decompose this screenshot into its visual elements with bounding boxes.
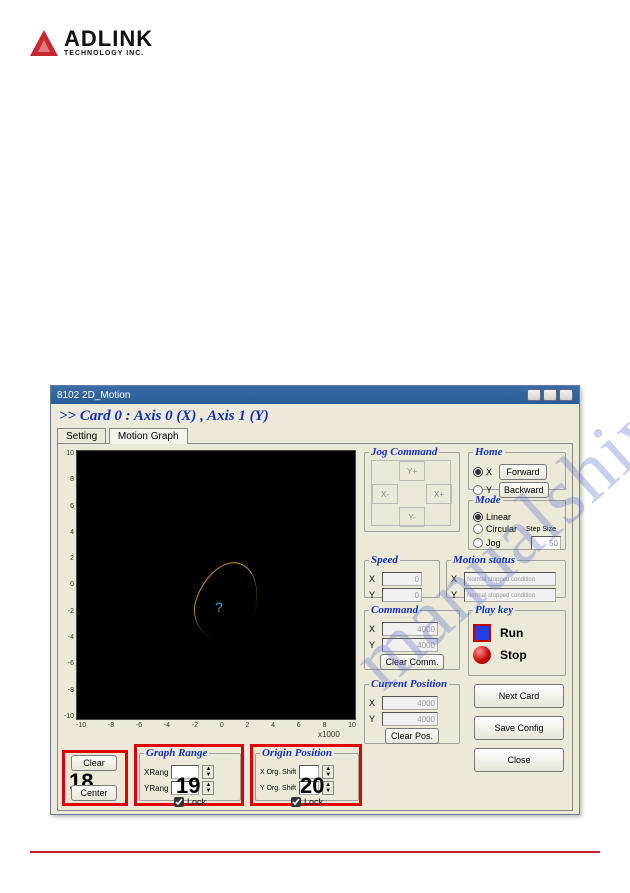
callout-18-box: Clear 18 Center (62, 750, 128, 806)
footer-divider (30, 851, 600, 853)
center-button[interactable]: Center (71, 785, 117, 801)
home-x-label: X (486, 467, 496, 477)
minimize-icon[interactable] (527, 389, 541, 401)
callout-19-box: Graph Range XRang ▲▼ 19 YRang ▲▼ Lock (134, 744, 244, 806)
curpos-y-label: Y (369, 714, 379, 724)
window-title: 8102 2D_Motion (57, 390, 130, 401)
tab-panel: 1086420-2-4-6-8-10 ? -10-8-6-4-20246810 … (57, 443, 573, 811)
home-group: Home X Forward Y Backward (468, 446, 566, 490)
mode-circular-label: Circular (486, 524, 517, 534)
jog-x-minus[interactable]: X- (372, 484, 398, 504)
callout-20-box: Origin Position X Org. Shift ▲▼ 20 Y Org… (250, 744, 362, 806)
forward-button[interactable]: Forward (499, 464, 547, 480)
command-group: Command X4000 Y4000 Clear Comm. (364, 604, 460, 670)
logo-triangle-icon (30, 30, 58, 56)
cmd-x-value: 4000 (382, 622, 438, 636)
speed-y-label: Y (369, 590, 379, 600)
yorg-label: Y Org. Shift (260, 785, 296, 792)
tabstrip: Setting Motion Graph (51, 427, 579, 443)
speed-legend: Speed (369, 554, 400, 566)
jog-y-plus[interactable]: Y+ (399, 461, 425, 481)
run-icon[interactable] (473, 624, 491, 642)
home-x-radio[interactable] (473, 467, 483, 477)
graph-y-ticks: 1086420-2-4-6-8-10 (60, 450, 74, 720)
mode-legend: Mode (473, 494, 503, 506)
graph-marker: ? (215, 599, 223, 615)
clear-position-button[interactable]: Clear Pos. (385, 728, 439, 744)
graph-range-group: Graph Range XRang ▲▼ 19 YRang ▲▼ Lock (139, 747, 241, 801)
close-button[interactable]: Close (474, 748, 564, 772)
mstatus-x-label: X (451, 574, 461, 584)
curpos-legend: Current Position (369, 678, 449, 690)
command-legend: Command (369, 604, 420, 616)
tab-motion-graph[interactable]: Motion Graph (109, 428, 188, 444)
origin-position-group: Origin Position X Org. Shift ▲▼ 20 Y Org… (255, 747, 359, 801)
speed-x-value: 0 (382, 572, 422, 586)
motion-status-legend: Motion status (451, 554, 517, 566)
motion-path-curve (185, 553, 269, 649)
step-size-input[interactable]: 50 (531, 536, 561, 550)
save-config-button[interactable]: Save Config (474, 716, 564, 740)
clear-command-button[interactable]: Clear Comm. (380, 654, 443, 670)
curpos-x-label: X (369, 698, 379, 708)
mode-jog-radio[interactable] (473, 538, 483, 548)
cmd-y-label: Y (369, 640, 379, 650)
current-position-group: Current Position X4000 Y4000 Clear Pos. (364, 678, 460, 744)
maximize-icon[interactable] (543, 389, 557, 401)
callout-20-number: 20 (300, 773, 324, 799)
mode-group: Mode Linear Circular Step Size Jog 50 (468, 494, 566, 550)
mode-circular-radio[interactable] (473, 524, 483, 534)
titlebar: 8102 2D_Motion (51, 386, 579, 404)
playkey-group: Play key Run Stop (468, 604, 566, 676)
speed-x-label: X (369, 574, 379, 584)
jog-command-group: Jog Command Y+ Y- X- X+ (364, 446, 460, 532)
xorg-label: X Org. Shift (260, 769, 296, 776)
brand-name: ADLINK (64, 28, 153, 50)
jog-x-plus[interactable]: X+ (426, 484, 452, 504)
app-window: 8102 2D_Motion >> Card 0 : Axis 0 (X) , … (50, 385, 580, 815)
motion-graph-canvas: ? (76, 450, 356, 720)
close-icon[interactable] (559, 389, 573, 401)
stop-label: Stop (500, 648, 527, 662)
brand-subtitle: TECHNOLOGY INC. (64, 50, 153, 57)
mstatus-y-label: Y (451, 590, 461, 600)
mstatus-y-value: Normal stopped condition (464, 588, 556, 602)
step-size-label: Step Size (526, 526, 556, 533)
yrang-label: YRang (144, 784, 168, 793)
graph-range-legend: Graph Range (144, 747, 209, 759)
next-card-button[interactable]: Next Card (474, 684, 564, 708)
yrang-spin[interactable]: ▲▼ (202, 781, 214, 795)
graph-x-unit: x1000 (318, 730, 340, 739)
home-legend: Home (473, 446, 505, 458)
origin-position-legend: Origin Position (260, 747, 334, 759)
jog-legend: Jog Command (369, 446, 439, 458)
tab-setting[interactable]: Setting (57, 428, 106, 444)
jog-pad: Y+ Y- X- X+ (371, 460, 451, 526)
speed-y-value: 0 (382, 588, 422, 602)
mode-linear-label: Linear (486, 512, 511, 522)
curpos-y-value: 4000 (382, 712, 438, 726)
curpos-x-value: 4000 (382, 696, 438, 710)
adlink-logo: ADLINK TECHNOLOGY INC. (30, 28, 153, 57)
mstatus-x-value: Normal stopped condition (464, 572, 556, 586)
motion-status-group: Motion status XNormal stopped condition … (446, 554, 566, 598)
xrang-spin[interactable]: ▲▼ (202, 765, 214, 779)
playkey-legend: Play key (473, 604, 515, 616)
cmd-y-value: 4000 (382, 638, 438, 652)
cmd-x-label: X (369, 624, 379, 634)
jog-y-minus[interactable]: Y- (399, 507, 425, 527)
run-label: Run (500, 626, 523, 640)
stop-icon[interactable] (473, 646, 491, 664)
callout-19-number: 19 (176, 773, 200, 799)
mode-linear-radio[interactable] (473, 512, 483, 522)
card-title: >> Card 0 : Axis 0 (X) , Axis 1 (Y) (51, 404, 579, 427)
speed-group: Speed X0 Y0 (364, 554, 440, 598)
xrang-label: XRang (144, 768, 168, 777)
graph-x-ticks: -10-8-6-4-20246810 (76, 722, 356, 729)
mode-jog-label: Jog (486, 538, 501, 548)
